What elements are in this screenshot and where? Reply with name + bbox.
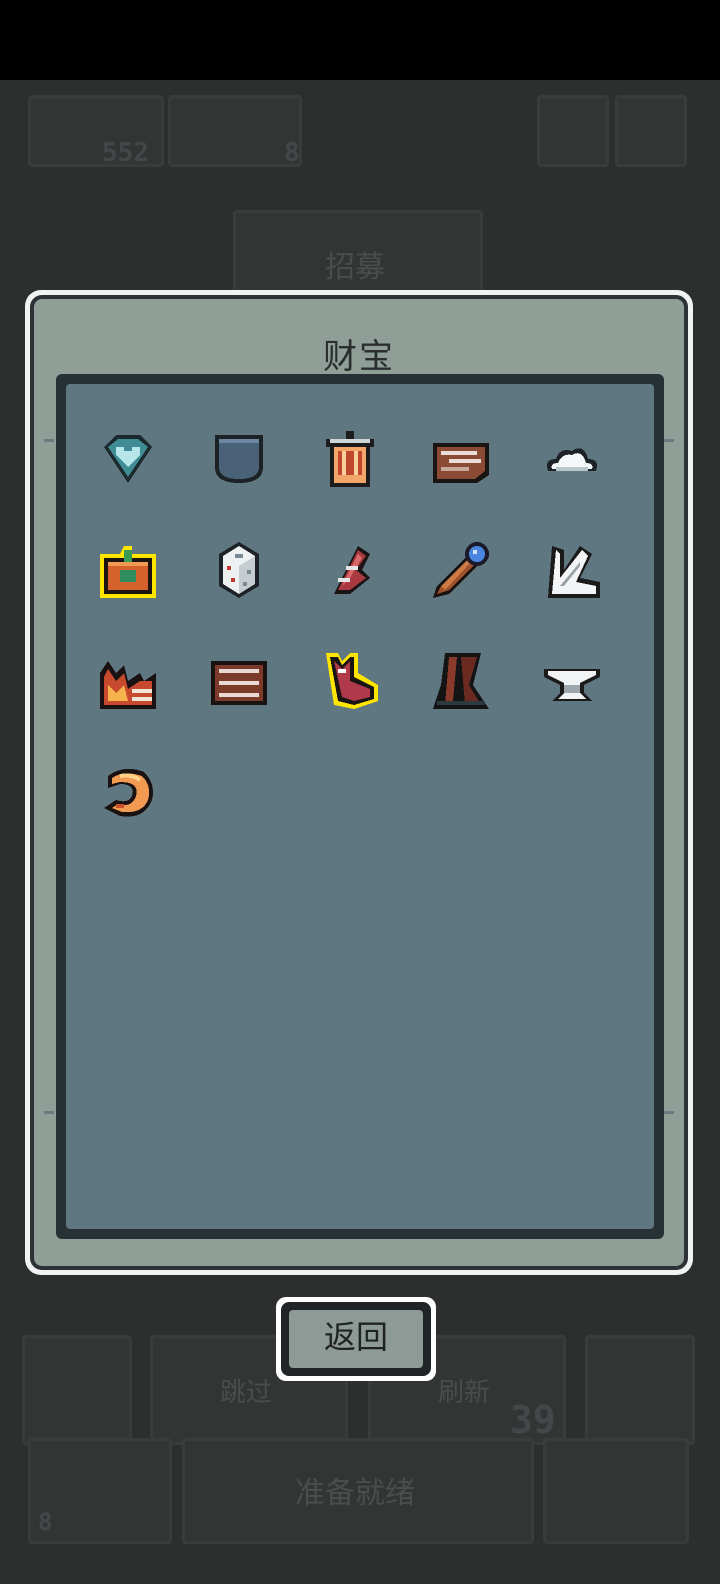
bg-help-button: [537, 95, 609, 167]
wooden-crate-icon[interactable]: [207, 649, 271, 713]
back-button-label: 返回: [289, 1310, 423, 1368]
frame-rivet: [44, 1111, 54, 1114]
bg-ready-label: 准备就绪: [295, 1476, 415, 1511]
modal-title: 财宝: [323, 337, 395, 377]
back-button[interactable]: 返回: [276, 1297, 436, 1381]
cloud-icon[interactable]: [540, 427, 604, 491]
white-claw-icon[interactable]: [540, 538, 604, 602]
red-feather-icon[interactable]: [318, 538, 382, 602]
wooden-plank-icon[interactable]: [429, 427, 493, 491]
heart-gem-icon[interactable]: [96, 427, 160, 491]
shield-pocket-icon[interactable]: [207, 427, 271, 491]
status-bar: [0, 0, 720, 80]
red-boot-icon[interactable]: [318, 649, 382, 713]
shrimp-icon[interactable]: [96, 760, 160, 824]
bg-resource-slot-2: [168, 95, 302, 167]
bg-gem-button: [22, 1335, 132, 1445]
pumpkin-chest-icon[interactable]: [96, 538, 160, 602]
broken-tree-icon[interactable]: [429, 649, 493, 713]
bg-recruit-label: 招募: [325, 250, 385, 285]
frame-rivet: [44, 439, 54, 442]
bg-resource-count-2: 8: [284, 138, 300, 168]
back-button-border: 返回: [281, 1302, 431, 1376]
bg-refresh-cost: 39: [510, 1398, 556, 1442]
white-dice-icon[interactable]: [207, 538, 271, 602]
lantern-jar-icon[interactable]: [318, 427, 382, 491]
bg-bench-slot: [543, 1438, 689, 1544]
items-panel-frame: [56, 374, 664, 1239]
bg-resource-count-1: 552: [102, 138, 149, 168]
treasure-modal: 财宝: [25, 290, 693, 1275]
items-panel: [66, 384, 654, 1229]
bg-unit-button: [585, 1335, 695, 1445]
frame-rivet: [664, 1111, 674, 1114]
anvil-icon[interactable]: [540, 649, 604, 713]
bg-sell-count: 8: [38, 1508, 53, 1536]
bg-settings-button: [615, 95, 687, 167]
modal-frame: 财宝: [30, 295, 688, 1270]
frame-rivet: [664, 439, 674, 442]
fire-ruins-icon[interactable]: [96, 649, 160, 713]
magic-staff-icon[interactable]: [429, 538, 493, 602]
